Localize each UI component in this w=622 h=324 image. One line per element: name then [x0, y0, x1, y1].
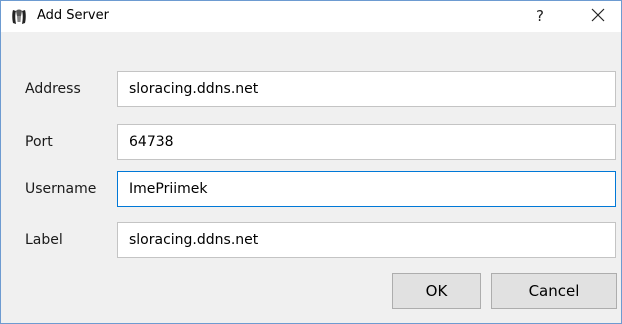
- mumble-icon: [9, 7, 29, 27]
- port-input[interactable]: [117, 124, 616, 160]
- help-button[interactable]: ?: [517, 1, 563, 31]
- server-label-input[interactable]: [117, 222, 616, 258]
- dialog-body: Address Port Username Label OK Cancel: [1, 32, 621, 323]
- title-bar[interactable]: Add Server ?: [1, 1, 621, 31]
- port-label: Port: [25, 134, 53, 150]
- address-label: Address: [25, 81, 81, 97]
- ok-button-label: OK: [425, 282, 448, 300]
- server-label-label: Label: [25, 232, 63, 248]
- help-glyph: ?: [536, 7, 544, 25]
- username-input[interactable]: [117, 171, 616, 207]
- ok-button[interactable]: OK: [392, 273, 481, 309]
- cancel-button-label: Cancel: [528, 282, 580, 300]
- cancel-button[interactable]: Cancel: [491, 273, 617, 309]
- close-icon: [591, 7, 605, 26]
- add-server-dialog: Add Server ? Address Port Username Label…: [0, 0, 622, 324]
- window-title: Add Server: [37, 8, 109, 23]
- close-button[interactable]: [575, 1, 621, 31]
- address-input[interactable]: [117, 71, 616, 107]
- username-label: Username: [25, 181, 97, 197]
